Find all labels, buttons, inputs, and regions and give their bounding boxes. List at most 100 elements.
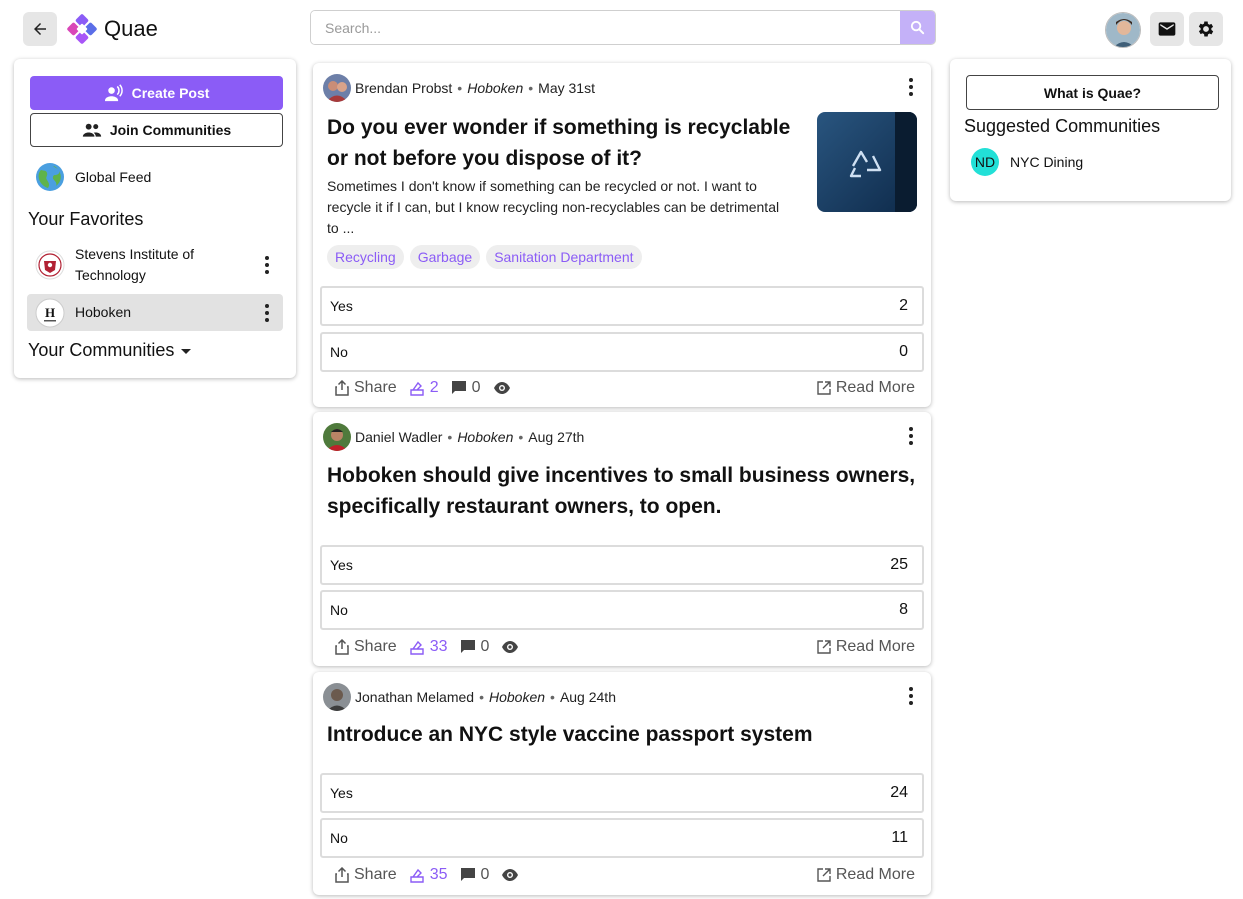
messages-button[interactable] [1150, 12, 1184, 46]
poll-option-yes[interactable]: Yes 2 [320, 286, 924, 326]
poll-option-yes[interactable]: Yes 24 [320, 773, 924, 813]
read-more-label: Read More [835, 638, 915, 655]
comments-count[interactable]: 0 [460, 638, 490, 656]
post-card: Daniel Wadler • Hoboken • Aug 27th Hobok… [313, 412, 931, 666]
open-in-new-icon [817, 381, 831, 395]
separator-dot: • [447, 429, 453, 445]
share-button[interactable]: Share [335, 638, 397, 656]
favorite-menu-button[interactable] [259, 255, 275, 275]
tag-chip[interactable]: Sanitation Department [486, 245, 642, 269]
post-date: Aug 27th [528, 429, 585, 445]
quae-logo[interactable] [66, 13, 98, 45]
post-menu-button[interactable] [903, 77, 919, 97]
option-label: Yes [330, 298, 353, 314]
poll-option-yes[interactable]: Yes 25 [320, 545, 924, 585]
global-feed-label: Global Feed [75, 168, 152, 185]
comments-count[interactable]: 0 [460, 866, 489, 884]
poll-option-no[interactable]: No 0 [320, 332, 924, 372]
join-communities-button[interactable]: Join Communities [30, 113, 283, 147]
votes-count[interactable]: 35 [409, 866, 448, 884]
record-voice-icon [104, 84, 123, 102]
share-label: Share [354, 866, 397, 883]
post-menu-button[interactable] [903, 686, 919, 706]
author-name[interactable]: Daniel Wadler [355, 429, 442, 445]
favorite-item-hoboken[interactable]: H Hoboken [27, 294, 283, 331]
global-feed-link[interactable]: Global Feed [27, 160, 283, 194]
favorite-menu-button[interactable] [259, 303, 275, 323]
create-post-button[interactable]: Create Post [30, 76, 283, 110]
option-count: 2 [899, 297, 908, 314]
community-name[interactable]: Hoboken [457, 429, 513, 445]
post-title-line: Do you ever wonder if something is recyc… [327, 116, 791, 139]
comments-count[interactable]: 0 [451, 379, 481, 397]
option-count: 25 [890, 556, 908, 573]
read-more-link[interactable]: Read More [817, 379, 915, 397]
settings-button[interactable] [1189, 12, 1223, 46]
comment-icon [460, 640, 475, 653]
votes-count[interactable]: 33 [409, 638, 448, 656]
post-image[interactable] [817, 112, 917, 212]
post-meta: Brendan Probst • Hoboken • May 31st [323, 73, 595, 103]
option-label: No [330, 344, 348, 360]
share-button[interactable]: Share [335, 866, 397, 884]
user-avatar[interactable] [1105, 12, 1141, 48]
back-button[interactable] [23, 12, 57, 46]
post-body-line: to ... [327, 220, 355, 236]
author-name[interactable]: Jonathan Melamed [355, 689, 474, 705]
search-icon [910, 20, 925, 35]
option-label: No [330, 602, 348, 618]
left-sidebar: Create Post Join Communities Global Feed… [14, 59, 296, 378]
search-input[interactable] [311, 11, 900, 44]
tag-chip[interactable]: Recycling [327, 245, 404, 269]
post-date: Aug 24th [559, 689, 616, 705]
globe-icon [36, 163, 64, 191]
favorite-label: Stevens Institute of Technology [75, 246, 195, 283]
community-name[interactable]: Hoboken [489, 689, 545, 705]
post-meta: Jonathan Melamed • Hoboken • Aug 24th [323, 682, 616, 712]
app-name: Quae [104, 16, 158, 41]
search-button[interactable] [900, 11, 935, 44]
tag-chip[interactable]: Garbage [409, 245, 481, 269]
poll-option-no[interactable]: No 11 [320, 818, 924, 858]
post-title-line: or not before you dispose of it? [327, 147, 642, 170]
share-button[interactable]: Share [335, 379, 397, 397]
read-more-label: Read More [835, 866, 915, 883]
comments-number: 0 [471, 379, 481, 396]
post-body-line: Sometimes I don't know if something can … [327, 178, 757, 194]
suggested-community-item[interactable]: ND NYC Dining [971, 148, 1083, 176]
community-name[interactable]: Hoboken [467, 80, 523, 96]
post-title[interactable]: Do you ever wonder if something is recyc… [327, 112, 790, 174]
comments-number: 0 [480, 638, 490, 655]
view-button[interactable] [501, 640, 519, 654]
hoboken-logo-icon: H [35, 298, 65, 327]
author-avatar[interactable] [323, 74, 351, 102]
poll-option-no[interactable]: No 8 [320, 590, 924, 630]
option-count: 8 [899, 601, 908, 618]
post-menu-button[interactable] [903, 426, 919, 446]
post-title[interactable]: Introduce an NYC style vaccine passport … [327, 719, 813, 750]
your-communities-toggle[interactable]: Your Communities [28, 340, 192, 361]
votes-number: 33 [429, 638, 448, 655]
favorite-item-stevens[interactable]: Stevens Institute of Technology [27, 243, 283, 287]
option-label: No [330, 830, 348, 846]
option-count: 11 [891, 829, 908, 846]
votes-number: 35 [429, 866, 448, 883]
view-button[interactable] [493, 381, 511, 395]
view-button[interactable] [501, 868, 519, 882]
author-avatar[interactable] [323, 683, 351, 711]
read-more-link[interactable]: Read More [817, 866, 915, 884]
what-is-quae-button[interactable]: What is Quae? [966, 75, 1219, 110]
post-card: Brendan Probst • Hoboken • May 31st Do y… [313, 63, 931, 407]
option-label: Yes [330, 557, 353, 573]
more-vert-icon [909, 78, 913, 82]
read-more-link[interactable]: Read More [817, 638, 915, 656]
votes-count[interactable]: 2 [409, 379, 439, 397]
author-avatar[interactable] [323, 423, 351, 451]
svg-text:H: H [45, 305, 55, 320]
author-name[interactable]: Brendan Probst [355, 80, 452, 96]
post-title[interactable]: Hoboken should give incentives to small … [327, 460, 915, 522]
post-title-line: Hoboken should give incentives to small … [327, 464, 916, 487]
favorite-label: Hoboken [75, 304, 132, 320]
separator-dot: • [528, 80, 534, 96]
open-in-new-icon [817, 640, 831, 654]
